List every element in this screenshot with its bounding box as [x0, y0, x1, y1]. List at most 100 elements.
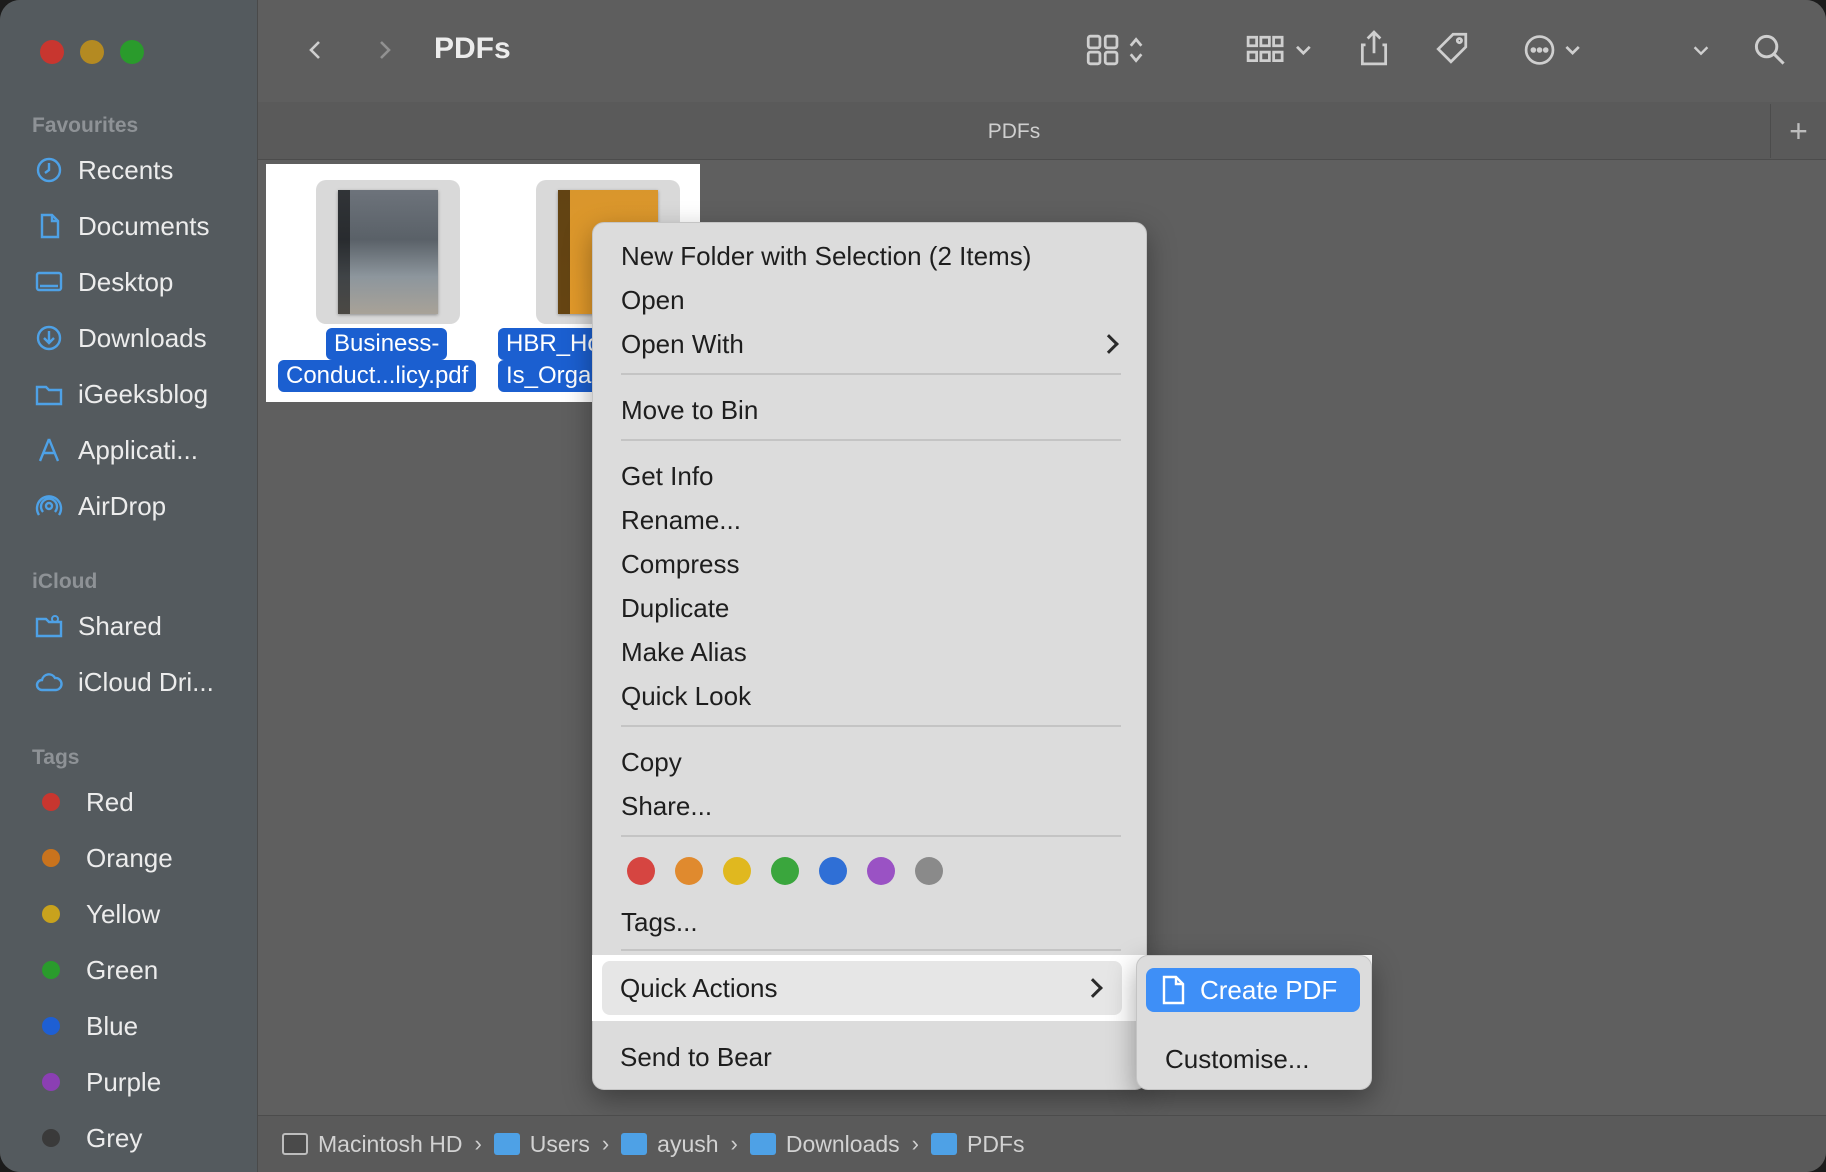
menu-item-quick-actions[interactable]: Quick Actions [602, 961, 1122, 1015]
menu-item-share[interactable]: Share... [621, 791, 712, 822]
sidebar-item-label: iGeeksblog [78, 378, 209, 409]
sidebar-item-icloud-drive[interactable]: iCloud Dri... [32, 660, 242, 704]
path-item-users[interactable]: Users [493, 1131, 590, 1158]
sidebar-tag-yellow[interactable]: Yellow [32, 892, 242, 936]
tag-color-yellow-button[interactable] [723, 857, 751, 885]
view-mode-button[interactable] [1078, 28, 1158, 72]
menu-item-send-to-bear[interactable]: Send to Bear [620, 1042, 772, 1073]
sidebar-item-label: Blue [86, 1010, 139, 1041]
sidebar-item-desktop[interactable]: Desktop [32, 260, 242, 304]
sidebar-item-label: Orange [86, 842, 173, 873]
sidebar-item-applications[interactable]: Applicati... [32, 428, 242, 472]
menu-item-compress[interactable]: Compress [621, 549, 739, 580]
file-name-label[interactable]: Is_Orga [498, 360, 600, 392]
tag-color-grey-button[interactable] [915, 857, 943, 885]
airdrop-icon [32, 489, 66, 523]
menu-separator [621, 373, 1121, 375]
blue-tag-dot-icon [42, 1017, 60, 1035]
menu-item-move-to-bin[interactable]: Move to Bin [621, 395, 758, 426]
file-name-label[interactable]: Conduct...licy.pdf [278, 360, 477, 392]
menu-item-duplicate[interactable]: Duplicate [621, 593, 729, 624]
tab-bar: PDFs + [258, 102, 1826, 160]
hard-drive-icon [282, 1133, 308, 1155]
path-item-downloads[interactable]: Downloads [749, 1131, 900, 1158]
minimize-window-button[interactable] [80, 40, 104, 64]
sidebar-item-airdrop[interactable]: AirDrop [32, 484, 242, 528]
ellipsis-circle-icon [1524, 35, 1580, 65]
sidebar-item-recents[interactable]: Recents [32, 148, 242, 192]
menu-item-create-pdf[interactable]: Create PDF [1146, 968, 1360, 1012]
forward-button[interactable] [366, 32, 402, 68]
tag-color-red-button[interactable] [627, 857, 655, 885]
search-button[interactable] [1748, 28, 1792, 72]
document-icon [1162, 975, 1185, 1005]
tags-button[interactable] [1430, 26, 1474, 70]
sidebar-item-label: Yellow [86, 898, 161, 929]
applications-icon [32, 433, 66, 467]
path-item-pdfs[interactable]: PDFs [930, 1131, 1024, 1158]
path-item-macintosh-hd[interactable]: Macintosh HD [282, 1131, 462, 1158]
sidebar-item-igeeksblog[interactable]: iGeeksblog [32, 372, 242, 416]
toolbar-overflow-button[interactable] [1686, 32, 1716, 68]
tab-pdfs[interactable]: PDFs [258, 120, 1770, 144]
tag-color-purple-button[interactable] [867, 857, 895, 885]
sidebar-tag-green[interactable]: Green [32, 948, 242, 992]
menu-item-quick-look[interactable]: Quick Look [621, 681, 751, 712]
back-button[interactable] [298, 32, 334, 68]
menu-item-make-alias[interactable]: Make Alias [621, 637, 747, 668]
menu-item-customise[interactable]: Customise... [1165, 1044, 1310, 1075]
sidebar-tag-orange[interactable]: Orange [32, 836, 242, 880]
tag-color-blue-button[interactable] [819, 857, 847, 885]
sidebar-item-documents[interactable]: Documents [32, 204, 242, 248]
file-thumbnail-business-conduct[interactable] [316, 180, 460, 324]
window-title: PDFs [434, 32, 511, 65]
menu-item-get-info[interactable]: Get Info [621, 461, 714, 492]
group-by-button[interactable] [1238, 28, 1322, 72]
menu-item-new-folder-with-selection[interactable]: New Folder with Selection (2 Items) [621, 241, 1031, 272]
menu-item-rename[interactable]: Rename... [621, 505, 741, 536]
downloads-folder-icon [749, 1133, 776, 1155]
sidebar-tag-purple[interactable]: Purple [32, 1060, 242, 1104]
shared-folder-icon [32, 609, 66, 643]
menu-item-tags[interactable]: Tags... [621, 907, 698, 938]
tag-color-orange-button[interactable] [675, 857, 703, 885]
sidebar-tag-blue[interactable]: Blue [32, 1004, 242, 1048]
new-tab-button[interactable]: + [1770, 104, 1826, 158]
sidebar-tag-grey[interactable]: Grey [32, 1116, 242, 1160]
sidebar-item-label: Desktop [78, 266, 174, 297]
chevron-left-icon [309, 41, 320, 59]
menu-item-open[interactable]: Open [621, 285, 685, 316]
document-icon [32, 209, 66, 243]
sidebar-item-shared[interactable]: Shared [32, 604, 242, 648]
favourites-heading: Favourites [32, 114, 139, 137]
path-separator-icon: › [911, 1131, 919, 1156]
sidebar-tag-red[interactable]: Red [32, 780, 242, 824]
desktop-icon [32, 265, 66, 299]
tag-icon [1436, 32, 1468, 64]
menu-item-open-with[interactable]: Open With [621, 329, 744, 360]
sidebar-item-downloads[interactable]: Downloads [32, 316, 242, 360]
icloud-heading: iCloud [32, 570, 98, 593]
sidebar-item-label: Applicati... [78, 434, 198, 465]
zoom-window-button[interactable] [120, 40, 144, 64]
sidebar-item-label: AirDrop [78, 490, 167, 521]
group-icon [1246, 35, 1311, 63]
purple-tag-dot-icon [42, 1073, 60, 1091]
close-window-button[interactable] [40, 40, 64, 64]
menu-item-copy[interactable]: Copy [621, 747, 682, 778]
red-tag-dot-icon [42, 793, 60, 811]
clock-icon [32, 153, 66, 187]
cloud-icon [32, 665, 66, 699]
more-actions-button[interactable] [1514, 28, 1594, 72]
tags-heading: Tags [32, 746, 80, 769]
toolbar: PDFs [258, 0, 1826, 102]
folder-icon [32, 377, 66, 411]
sidebar-item-label: iCloud Dri... [78, 666, 214, 697]
file-name-label[interactable]: Business- [326, 328, 448, 360]
chevron-right-icon [1083, 978, 1103, 998]
sidebar-item-label: Documents [78, 210, 210, 241]
tag-color-green-button[interactable] [771, 857, 799, 885]
menu-separator [621, 835, 1121, 837]
path-item-ayush[interactable]: ayush [621, 1131, 719, 1158]
share-button[interactable] [1354, 24, 1394, 72]
